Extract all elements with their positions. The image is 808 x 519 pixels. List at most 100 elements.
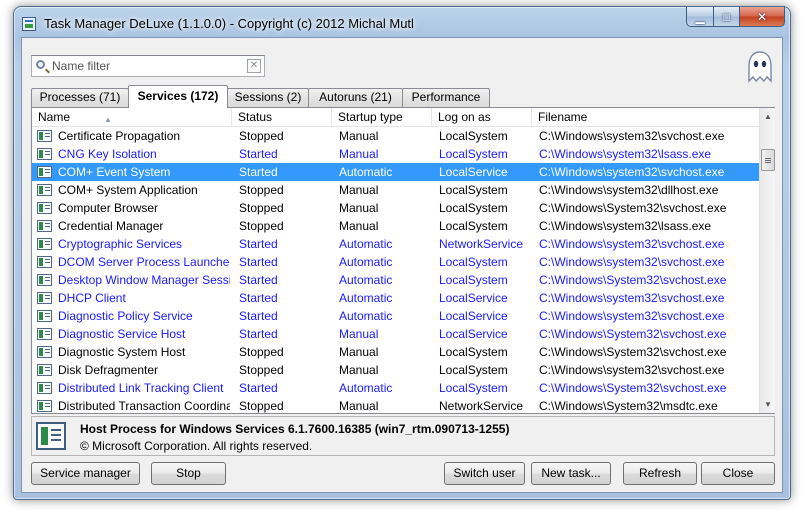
cell-logon: NetworkService (439, 399, 524, 413)
title-bar[interactable]: Task Manager DeLuxe (1.1.0.0) - Copyrigh… (14, 7, 790, 37)
table-row[interactable]: Diagnostic Service Host Started Manual Loca… (32, 325, 759, 343)
table-row[interactable]: DCOM Server Process Launcher Started Autom… (32, 253, 759, 271)
cell-status: Started (239, 309, 278, 323)
switch-user-button[interactable]: Switch user (444, 462, 525, 485)
services-panel: Name ▲ Status Startup type Log on as Fil… (31, 107, 775, 414)
cell-name: Credential Manager (58, 219, 164, 233)
service-icon (37, 130, 52, 142)
cell-file: C:\Windows\System32\svchost.exe (539, 345, 727, 359)
service-info-title: Host Process for Windows Services 6.1.76… (80, 422, 510, 436)
table-row[interactable]: Disk Defragmenter Stopped Manual LocalSyste… (32, 361, 759, 379)
cell-logon: NetworkService (439, 237, 524, 251)
tab-services[interactable]: Services (172) (128, 85, 228, 108)
minimize-button[interactable]: ▁ (686, 7, 714, 27)
cell-startup: Automatic (339, 255, 393, 269)
cell-status: Started (239, 165, 278, 179)
service-icon (37, 256, 52, 268)
cell-file: C:\Windows\system32\svchost.exe (539, 255, 725, 269)
table-row[interactable]: Diagnostic Policy Service Started Automati… (32, 307, 759, 325)
service-icon (37, 310, 52, 322)
table-row[interactable]: Certificate Propagation Stopped Manual Loca… (32, 127, 759, 145)
cell-name: Disk Defragmenter (58, 363, 159, 377)
service-icon (37, 328, 52, 340)
cell-logon: LocalService (439, 327, 508, 341)
new-task-button[interactable]: New task... (531, 462, 611, 485)
table-row[interactable]: Distributed Transaction Coordina... Stopp… (32, 397, 759, 413)
scroll-down-icon[interactable]: ▼ (760, 396, 776, 413)
close-icon: ✕ (756, 9, 768, 24)
tab-sessions[interactable]: Sessions (2) (227, 88, 309, 107)
task-manager-icon[interactable] (22, 17, 36, 31)
cell-startup: Automatic (339, 237, 393, 251)
cell-startup: Automatic (339, 309, 393, 323)
table-row[interactable]: Credential Manager Stopped Manual LocalSyst… (32, 217, 759, 235)
close-window-button[interactable]: ✕ (740, 7, 785, 27)
cell-logon: LocalSystem (439, 219, 508, 233)
cell-startup: Manual (339, 345, 379, 359)
cell-file: C:\Windows\System32\svchost.exe (539, 201, 727, 215)
vertical-scrollbar[interactable]: ▲ ▼ (759, 108, 775, 413)
cell-file: C:\Windows\system32\svchost.exe (539, 165, 725, 179)
cell-file: C:\Windows\System32\svchost.exe (539, 381, 727, 395)
column-header-log-on-as[interactable]: Log on as (432, 108, 532, 127)
minimize-icon: ▁ (695, 9, 705, 24)
stop-button[interactable]: Stop (151, 462, 226, 485)
name-filter-input[interactable]: Name filter ✕ (31, 55, 265, 77)
column-header-startup-type[interactable]: Startup type (332, 108, 432, 127)
table-row[interactable]: COM+ Event System Started Automatic LocalSe… (32, 163, 759, 181)
cell-file: C:\Windows\system32\dllhost.exe (539, 183, 719, 197)
cell-startup: Automatic (339, 381, 393, 395)
table-row[interactable]: CNG Key Isolation Started Manual LocalSyste… (32, 145, 759, 163)
cell-file: C:\Windows\System32\svchost.exe (539, 327, 727, 341)
service-icon (37, 346, 52, 358)
ghost-icon[interactable] (746, 50, 774, 84)
cell-status: Started (239, 291, 278, 305)
table-row[interactable]: DHCP Client Started Automatic LocalService C… (32, 289, 759, 307)
cell-status: Stopped (239, 129, 284, 143)
cell-file: C:\Windows\system32\lsass.exe (539, 147, 712, 161)
cell-logon: LocalService (439, 291, 508, 305)
maximize-button[interactable]: □ (714, 7, 740, 27)
column-header-name[interactable]: Name ▲ (32, 108, 232, 127)
table-row[interactable]: Cryptographic Services Started Automatic Ne… (32, 235, 759, 253)
cell-name: Diagnostic Service Host (58, 327, 186, 341)
service-icon (37, 148, 52, 160)
table-row[interactable]: COM+ System Application Stopped Manual Loca… (32, 181, 759, 199)
column-header-status[interactable]: Status (232, 108, 332, 127)
tab-processes[interactable]: Processes (71) (31, 88, 129, 107)
service-manager-button[interactable]: Service manager (31, 462, 140, 485)
cell-name: Desktop Window Manager Sessi... (58, 273, 230, 287)
tab-autoruns[interactable]: Autoruns (21) (308, 88, 403, 107)
close-button[interactable]: Close (701, 462, 775, 485)
cell-logon: LocalService (439, 165, 508, 179)
clear-filter-button[interactable]: ✕ (247, 59, 261, 73)
table-row[interactable]: Diagnostic System Host Stopped Manual Local… (32, 343, 759, 361)
main-window: Task Manager DeLuxe (1.1.0.0) - Copyrigh… (13, 6, 791, 500)
scroll-up-icon[interactable]: ▲ (760, 108, 776, 125)
cell-startup: Automatic (339, 273, 393, 287)
cell-name: Diagnostic System Host (58, 345, 186, 359)
column-header-filename[interactable]: Filename (532, 108, 759, 127)
service-icon (37, 400, 52, 412)
table-row[interactable]: Distributed Link Tracking Client Started A… (32, 379, 759, 397)
tab-performance[interactable]: Performance (402, 88, 490, 107)
window-title: Task Manager DeLuxe (1.1.0.0) - Copyrigh… (44, 16, 414, 31)
cell-file: C:\Windows\system32\svchost.exe (539, 363, 725, 377)
service-icon (37, 274, 52, 286)
refresh-button[interactable]: Refresh (623, 462, 697, 485)
column-header-name-label: Name (38, 110, 71, 124)
cell-name: Cryptographic Services (58, 237, 183, 251)
table-row[interactable]: Desktop Window Manager Sessi... Started Au… (32, 271, 759, 289)
service-info-panel: Host Process for Windows Services 6.1.76… (31, 416, 775, 456)
maximize-icon: □ (722, 9, 731, 24)
services-list[interactable]: Certificate Propagation Stopped Manual Loca… (32, 127, 759, 413)
scroll-thumb[interactable] (761, 149, 775, 171)
search-icon (36, 60, 45, 69)
table-row[interactable]: Computer Browser Stopped Manual LocalSystem… (32, 199, 759, 217)
cell-name: Distributed Link Tracking Client (58, 381, 224, 395)
cell-logon: LocalSystem (439, 363, 508, 377)
cell-logon: LocalSystem (439, 345, 508, 359)
table-header: Name ▲ Status Startup type Log on as Fil… (32, 108, 759, 127)
cell-startup: Manual (339, 129, 379, 143)
cell-startup: Automatic (339, 165, 393, 179)
